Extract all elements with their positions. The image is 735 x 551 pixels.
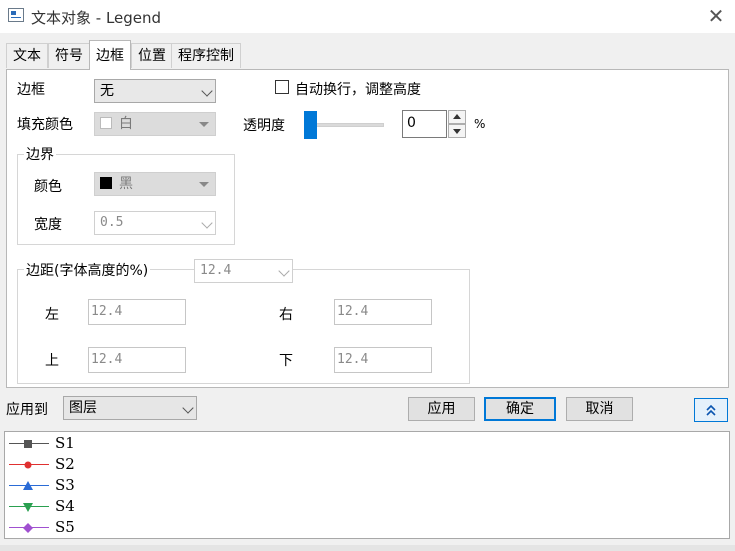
boundary-color-select[interactable]: 黑 — [94, 172, 216, 196]
boundary-width-value: 0.5 — [100, 215, 124, 230]
margin-left-label: 左 — [45, 307, 59, 323]
percent-unit: % — [474, 117, 486, 131]
tab-symbol[interactable]: 符号 — [48, 43, 90, 68]
window-title: 文本对象 - Legend — [31, 9, 162, 27]
diamond-marker-icon — [23, 523, 33, 533]
margin-group-title: 边距(字体高度的%) — [24, 260, 151, 280]
border-tab-panel: 边框 无 自动换行，调整高度 填充颜色 白 透明度 0 % 边界 颜色 黑 宽度… — [6, 69, 729, 388]
square-marker-icon — [24, 440, 32, 448]
fill-color-value: 白 — [119, 116, 133, 132]
chevron-down-icon — [201, 85, 213, 97]
close-icon: ✕ — [707, 4, 725, 28]
dropdown-arrow-icon — [199, 182, 209, 187]
legend-label: S5 — [55, 518, 75, 536]
tab-position[interactable]: 位置 — [131, 43, 173, 68]
apply-button[interactable]: 应用 — [408, 397, 475, 421]
frame-select[interactable]: 无 — [94, 79, 216, 103]
tab-border[interactable]: 边框 — [89, 40, 131, 70]
transparency-label: 透明度 — [243, 118, 285, 134]
apply-to-label: 应用到 — [6, 402, 48, 418]
transparency-slider-track[interactable] — [309, 123, 384, 127]
transparency-slider-thumb[interactable] — [304, 111, 317, 139]
legend-entry[interactable]: S5 — [7, 518, 127, 538]
legend-entry[interactable]: S1 — [7, 434, 127, 454]
apply-to-select[interactable]: 图层 — [63, 396, 197, 420]
auto-wrap-label[interactable]: 自动换行，调整高度 — [295, 79, 421, 99]
triangle-down-icon — [453, 129, 461, 134]
ok-button[interactable]: 确定 — [484, 397, 556, 421]
collapse-button[interactable] — [694, 398, 728, 422]
legend-label: S4 — [55, 497, 75, 515]
double-chevron-up-icon — [706, 404, 716, 416]
margin-bottom-label: 下 — [279, 353, 293, 369]
chevron-down-icon — [182, 402, 194, 414]
margin-left-input[interactable]: 12.4 — [88, 299, 186, 325]
legend-preview-list[interactable]: S1 S2 S3 S4 S5 — [4, 431, 730, 539]
fill-color-select[interactable]: 白 — [94, 112, 216, 136]
frame-value: 无 — [100, 83, 114, 99]
legend-label: S1 — [55, 434, 75, 452]
status-strip — [0, 545, 735, 551]
boundary-color-swatch — [100, 177, 112, 189]
legend-entry[interactable]: S3 — [7, 476, 127, 496]
title-bar: 文本对象 - Legend ✕ — [0, 0, 735, 33]
margin-value: 12.4 — [200, 263, 232, 278]
legend-label: S2 — [55, 455, 75, 473]
margin-right-label: 右 — [279, 307, 293, 323]
boundary-group-title: 边界 — [24, 144, 56, 164]
app-icon — [8, 8, 24, 22]
fill-swatch — [100, 117, 112, 129]
dropdown-arrow-icon — [199, 122, 209, 127]
boundary-width-label: 宽度 — [34, 217, 62, 233]
margin-right-input[interactable]: 12.4 — [334, 299, 432, 325]
margin-top-input[interactable]: 12.4 — [88, 347, 186, 373]
circle-marker-icon — [24, 461, 32, 469]
transparency-input[interactable]: 0 — [402, 110, 447, 138]
boundary-color-value: 黑 — [119, 176, 133, 192]
auto-wrap-checkbox[interactable] — [275, 80, 289, 94]
triangle-up-icon — [453, 114, 461, 119]
legend-entry[interactable]: S4 — [7, 497, 127, 517]
legend-entry[interactable]: S2 — [7, 455, 127, 475]
boundary-color-label: 颜色 — [34, 179, 62, 195]
frame-label: 边框 — [17, 82, 45, 98]
legend-label: S3 — [55, 476, 75, 494]
boundary-width-select[interactable]: 0.5 — [94, 211, 216, 235]
tab-program-control[interactable]: 程序控制 — [171, 43, 241, 68]
apply-to-value: 图层 — [69, 400, 97, 416]
spin-down-button[interactable] — [448, 124, 466, 138]
tab-text[interactable]: 文本 — [6, 43, 48, 68]
close-button[interactable]: ✕ — [700, 2, 732, 30]
triangle-up-marker-icon — [23, 481, 33, 490]
fill-color-label: 填充颜色 — [17, 117, 73, 133]
transparency-value: 0 — [407, 115, 416, 131]
cancel-button[interactable]: 取消 — [566, 397, 633, 421]
triangle-down-marker-icon — [23, 503, 33, 512]
margin-bottom-input[interactable]: 12.4 — [334, 347, 432, 373]
spin-up-button[interactable] — [448, 110, 466, 124]
chevron-down-icon — [278, 265, 290, 277]
margin-top-label: 上 — [45, 353, 59, 369]
chevron-down-icon — [201, 217, 213, 229]
margin-select[interactable]: 12.4 — [194, 259, 293, 283]
